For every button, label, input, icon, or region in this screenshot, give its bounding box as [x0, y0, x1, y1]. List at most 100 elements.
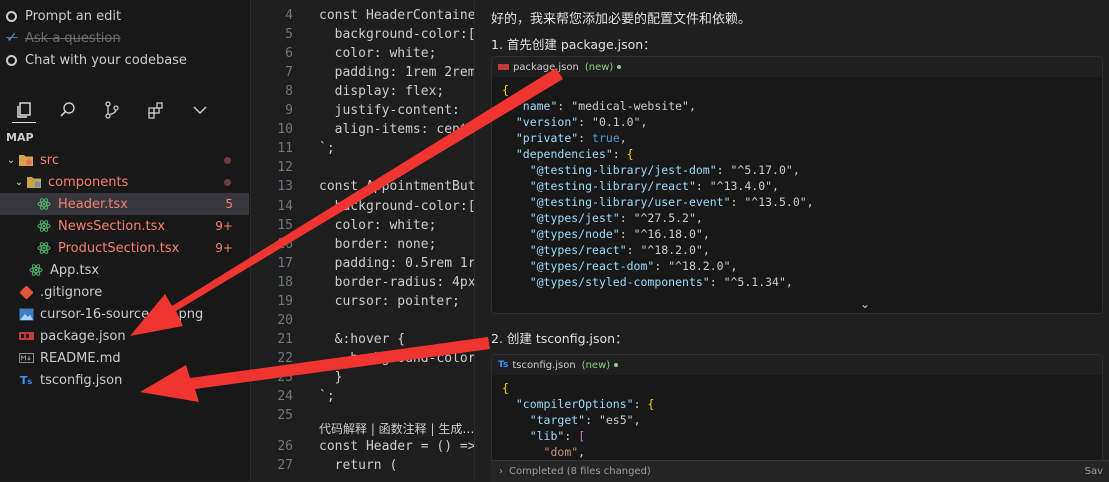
npm-icon: [18, 328, 34, 344]
explorer-icon[interactable]: [12, 98, 36, 123]
json-line: "dom",: [543, 445, 586, 459]
react-icon: [36, 240, 52, 256]
checklist-item-prompt-edit[interactable]: Prompt an edit: [6, 6, 121, 26]
tree-label: ProductSection.tsx: [58, 240, 180, 256]
json-line: "compilerOptions": {: [515, 397, 655, 411]
codelens-actions[interactable]: 代码解释 | 函数注释 | 生成…: [319, 420, 474, 437]
code-line: 19 cursor: pointer;: [251, 294, 460, 313]
line-number: 20: [277, 312, 293, 328]
line-number: 23: [277, 369, 293, 385]
tree-label: README.md: [40, 350, 121, 366]
tree-label: src: [40, 152, 59, 168]
typescript-icon: Ts: [19, 373, 33, 387]
folder-src-icon: [18, 152, 34, 168]
code-card-header[interactable]: Ts tsconfig.json (new): [492, 355, 1102, 375]
tree-file-header[interactable]: Header.tsx 5: [0, 193, 249, 215]
tree-file-readme[interactable]: README.md: [0, 347, 249, 369]
code-line: 16 border: none;: [251, 237, 436, 256]
checklist-label: Prompt an edit: [25, 8, 122, 24]
code-text: display: flex;: [319, 84, 445, 100]
assistant-message: 好的，我来帮您添加必要的配置文件和依赖。: [491, 12, 752, 27]
chevron-down-icon[interactable]: [188, 98, 212, 122]
json-line: "@types/react-dom": "^18.2.0",: [529, 259, 738, 273]
code-text: color: white;: [319, 217, 437, 233]
line-number: 13: [277, 179, 293, 195]
tree-file-gitignore[interactable]: .gitignore: [0, 281, 249, 303]
line-number: 19: [277, 293, 293, 309]
tree-file-app[interactable]: App.tsx: [0, 259, 249, 281]
checklist-label: Ask a question: [25, 30, 121, 46]
tree-label: .gitignore: [40, 284, 103, 300]
json-line: "version": "0.1.0",: [515, 115, 648, 129]
chevron-down-icon[interactable]: ⌄: [860, 297, 870, 311]
code-text: background-color:[: [319, 198, 476, 214]
code-line: 14 background-color:[: [251, 198, 476, 218]
tree-label: components: [48, 174, 129, 190]
status-dot: [614, 363, 619, 367]
code-line: 8 display: flex;: [251, 84, 444, 103]
code-card-filename: tsconfig.json: [512, 359, 576, 371]
code-line: 26 const Header = () =>: [251, 439, 475, 458]
json-line: "lib": [: [529, 429, 586, 443]
explorer-section-title[interactable]: MAP: [6, 131, 34, 144]
line-number: 21: [277, 331, 293, 347]
folder-components-icon: [26, 174, 42, 190]
react-icon: [36, 196, 52, 212]
save-button[interactable]: Sav: [1085, 466, 1103, 477]
problem-badge: 9+: [215, 241, 233, 255]
tree-file-tsconfig[interactable]: Ts tsconfig.json: [0, 369, 249, 391]
code-text: background-color: [319, 350, 476, 366]
code-line: 7 padding: 1rem 2rem: [251, 65, 476, 84]
code-line: 11 `;: [251, 141, 335, 160]
tree-file-newssection[interactable]: NewsSection.tsx 9+: [0, 215, 249, 237]
code-card-header[interactable]: package.json (new): [492, 57, 1102, 77]
code-line: 22 background-color: [251, 350, 476, 370]
react-icon: [36, 218, 52, 234]
circle-icon: [6, 10, 17, 22]
code-line: 9 justify-content:: [251, 103, 468, 122]
json-line: "@testing-library/jest-dom": "^5.17.0",: [529, 163, 800, 177]
tree-folder-components[interactable]: ⌄ components: [0, 171, 249, 193]
tree-file-package-json[interactable]: package.json: [0, 325, 249, 347]
code-line: 10 align-items: cente: [251, 122, 476, 141]
step-label: 2. 创建 tsconfig.json：: [491, 331, 628, 346]
tree-label: Header.tsx: [58, 196, 128, 212]
tree-folder-src[interactable]: ⌄ src: [0, 149, 249, 171]
source-control-icon[interactable]: [100, 98, 124, 122]
code-text: border: none;: [319, 236, 437, 252]
code-card-filename: package.json: [513, 61, 579, 73]
checklist-item-chat-codebase[interactable]: Chat with your codebase: [6, 50, 187, 70]
problem-badge: 9+: [215, 219, 233, 233]
line-number: 22: [277, 350, 293, 366]
line-number: 8: [285, 84, 293, 100]
json-line: "@types/styled-components": "^5.1.34",: [529, 275, 793, 289]
extensions-icon[interactable]: [144, 98, 168, 122]
code-text: `;: [319, 141, 335, 157]
code-text: `;: [319, 389, 335, 404]
tree-file-productsection[interactable]: ProductSection.tsx 9+: [0, 237, 249, 259]
line-number: 15: [277, 217, 293, 233]
chat-panel: 好的，我来帮您添加必要的配置文件和依赖。 1. 首先创建 package.jso…: [474, 0, 1109, 482]
search-icon[interactable]: [56, 98, 80, 122]
status-dot: [617, 65, 622, 69]
line-number: 6: [285, 46, 293, 62]
checklist-label: Chat with your codebase: [25, 52, 187, 68]
code-line: 12: [251, 160, 319, 179]
json-line: {: [502, 381, 509, 395]
code-text: cursor: pointer;: [319, 293, 460, 309]
completion-status[interactable]: › Completed (8 files changed) Sav: [491, 460, 1109, 482]
json-line: "@types/jest": "^27.5.2",: [529, 211, 703, 225]
modified-dot: [224, 178, 231, 186]
checklist-item-ask-question[interactable]: ✓ Ask a question: [6, 28, 121, 48]
code-text: align-items: cente: [319, 122, 476, 138]
code-text: return (: [319, 458, 398, 474]
code-line: 17 padding: 0.5rem 1r: [251, 256, 475, 275]
code-line: 15 color: white;: [251, 218, 436, 237]
chevron-right-icon: ›: [499, 466, 503, 477]
code-editor[interactable]: 4 const HeaderContaine 5 background-color:…: [251, 0, 483, 481]
code-text: &:hover {: [319, 331, 406, 347]
tree-file-png[interactable]: cursor-16-source-...n.png: [0, 303, 249, 325]
code-card-package-json: package.json (new) { "name": "medical-we…: [491, 56, 1103, 314]
code-line: 21 &:hover {: [251, 332, 405, 351]
code-text: padding: 1rem 2rem: [319, 65, 476, 81]
